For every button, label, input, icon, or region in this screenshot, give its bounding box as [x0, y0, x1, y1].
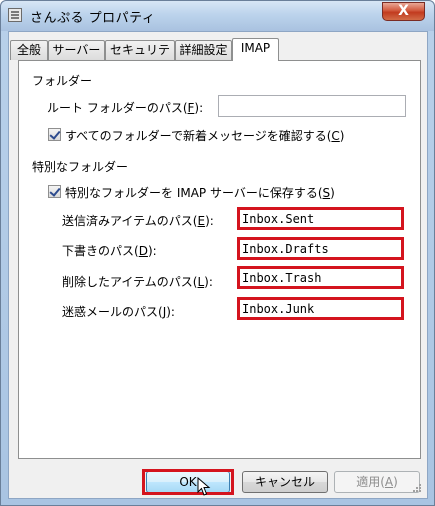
root-folder-label: ルート フォルダーのパス(F):	[47, 101, 204, 115]
sent-items-path-label: 送信済みアイテムのパス(E):	[62, 214, 214, 228]
sent-items-path-input[interactable]: Inbox.Sent	[237, 207, 404, 230]
check-all-folders-label[interactable]: すべてのフォルダーで新着メッセージを確認する(C)	[65, 127, 344, 144]
imap-panel: フォルダー ルート フォルダーのパス(F): すべてのフォルダーで新着メッセージ…	[18, 60, 421, 459]
resize-grip-icon[interactable]	[412, 483, 422, 493]
close-button[interactable]: X	[382, 2, 425, 21]
store-special-folders-label[interactable]: 特別なフォルダーを IMAP サーバーに保存する(S)	[65, 184, 335, 201]
check-all-folders-checkbox[interactable]	[48, 128, 61, 141]
special-folders-group-divider	[125, 165, 403, 166]
tab-general[interactable]: 全般	[10, 40, 48, 60]
root-folder-input[interactable]	[218, 95, 406, 117]
tab-strip: 全般 サーバー セキュリティ 詳細設定 IMAP	[10, 38, 430, 75]
deleted-items-path-label: 削除したアイテムのパス(L):	[62, 275, 213, 289]
tab-security[interactable]: セキュリティ	[105, 40, 175, 75]
folders-group-divider	[109, 79, 403, 80]
drafts-path-label: 下書きのパス(D):	[62, 244, 157, 258]
folders-group-heading: フォルダー	[32, 74, 93, 88]
drafts-path-input[interactable]: Inbox.Drafts	[237, 237, 404, 260]
store-special-folders-checkbox[interactable]	[48, 185, 61, 198]
window-title: さんぷる プロパティ	[30, 11, 156, 26]
properties-window: さんぷる プロパティ X 全般 サーバー セキュリティ 詳細設定 IMAP フォ…	[0, 0, 435, 506]
deleted-items-path-input[interactable]: Inbox.Trash	[237, 266, 404, 289]
mouse-pointer-icon	[197, 477, 211, 496]
title-bar[interactable]: さんぷる プロパティ X	[1, 1, 434, 31]
tab-advanced[interactable]: 詳細設定	[175, 40, 232, 60]
tab-server[interactable]: サーバー	[48, 40, 105, 60]
junk-path-label: 迷惑メールのパス(J):	[62, 305, 175, 319]
tab-imap[interactable]: IMAP	[232, 38, 279, 61]
ok-button-highlight	[142, 469, 234, 495]
cancel-button[interactable]: キャンセル	[242, 471, 328, 493]
apply-button[interactable]: 適用(A)	[334, 471, 420, 493]
app-icon	[8, 8, 22, 22]
special-folders-group-heading: 特別なフォルダー	[32, 160, 129, 174]
junk-path-input[interactable]: Inbox.Junk	[237, 297, 404, 320]
